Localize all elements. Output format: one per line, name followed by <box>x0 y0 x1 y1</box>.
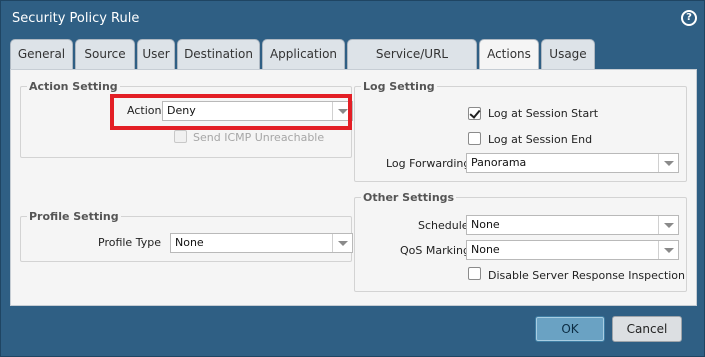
profile-type-label: Profile Type <box>98 236 161 249</box>
log-setting-group: Log Setting Log at Session Start Log at … <box>354 80 687 182</box>
dialog-title: Security Policy Rule <box>12 11 140 26</box>
security-policy-rule-dialog: Security Policy Rule ? General Source Us… <box>0 0 705 357</box>
tab-service-url-category[interactable]: Service/URL Category <box>347 39 477 89</box>
tab-application[interactable]: Application <box>262 39 345 69</box>
chevron-down-icon[interactable] <box>658 216 678 234</box>
chevron-down-icon[interactable] <box>658 241 678 259</box>
tab-actions[interactable]: Actions <box>479 39 539 70</box>
tab-general[interactable]: General <box>10 39 73 69</box>
schedule-label: Schedule <box>418 219 469 232</box>
disable-server-response-inspection-checkbox[interactable] <box>468 267 481 280</box>
qos-marking-label: QoS Marking <box>400 244 471 257</box>
log-forwarding-select[interactable]: Panorama <box>466 153 679 173</box>
log-forwarding-value: Panorama <box>471 156 527 169</box>
other-settings-group: Other Settings Schedule None QoS Marking… <box>354 191 687 292</box>
tab-usage[interactable]: Usage <box>541 39 595 69</box>
log-session-end-label: Log at Session End <box>488 133 593 146</box>
chevron-down-icon[interactable] <box>332 234 352 252</box>
ok-button[interactable]: OK <box>535 316 605 342</box>
action-setting-title: Action Setting <box>27 80 120 93</box>
log-setting-title: Log Setting <box>361 80 437 93</box>
profile-setting-title: Profile Setting <box>27 210 121 223</box>
tab-destination[interactable]: Destination <box>177 39 260 69</box>
qos-marking-value: None <box>471 243 500 256</box>
profile-setting-group: Profile Setting Profile Type None <box>20 210 353 262</box>
profile-type-select[interactable]: None <box>170 233 353 253</box>
log-session-start-checkbox[interactable] <box>468 107 481 120</box>
qos-marking-select[interactable]: None <box>466 240 679 260</box>
chevron-down-icon[interactable] <box>658 154 678 172</box>
schedule-select[interactable]: None <box>466 215 679 235</box>
tab-user[interactable]: User <box>137 39 175 69</box>
help-icon[interactable]: ? <box>681 10 697 26</box>
cancel-button[interactable]: Cancel <box>612 316 682 342</box>
schedule-value: None <box>471 218 500 231</box>
log-session-start-label: Log at Session Start <box>488 107 599 120</box>
log-forwarding-label: Log Forwarding <box>386 157 471 170</box>
other-settings-title: Other Settings <box>361 191 457 204</box>
action-highlight-box <box>110 94 352 130</box>
send-icmp-checkbox[interactable] <box>174 130 187 143</box>
send-icmp-label: Send ICMP Unreachable <box>193 131 325 144</box>
tab-source[interactable]: Source <box>75 39 135 69</box>
log-session-end-checkbox[interactable] <box>468 132 481 145</box>
profile-type-value: None <box>175 236 204 249</box>
disable-server-response-inspection-label: Disable Server Response Inspection <box>488 269 686 282</box>
